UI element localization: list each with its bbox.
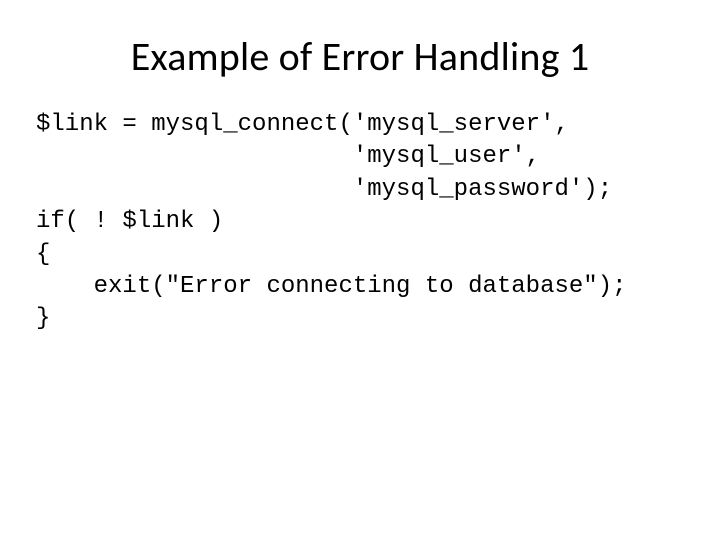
code-line: if( ! $link )	[36, 208, 223, 235]
code-line: }	[36, 305, 50, 332]
slide-title: Example of Error Handling 1	[48, 32, 672, 81]
code-block: $link = mysql_connect('mysql_server', 'm…	[36, 109, 672, 336]
code-line: 'mysql_user',	[36, 143, 540, 170]
code-line: 'mysql_password');	[36, 176, 612, 203]
code-line: exit("Error connecting to database");	[36, 273, 627, 300]
code-line: {	[36, 241, 50, 268]
code-line: $link = mysql_connect('mysql_server',	[36, 111, 569, 138]
slide: Example of Error Handling 1 $link = mysq…	[0, 0, 720, 540]
